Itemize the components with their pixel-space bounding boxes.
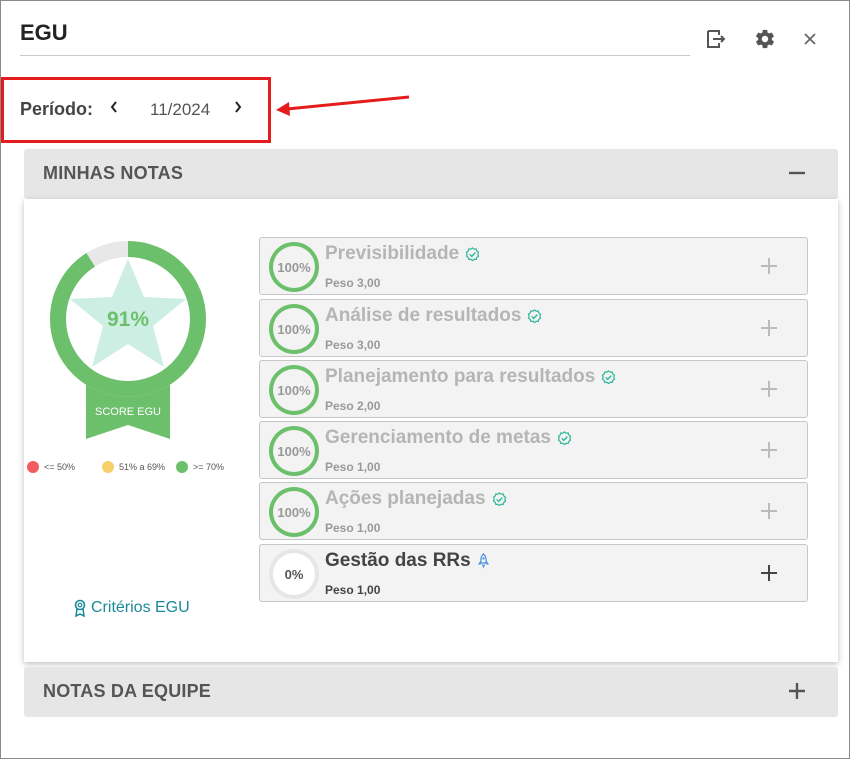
period-label: Período: (20, 99, 94, 119)
item-peso: Peso 2,00 (325, 399, 381, 413)
item-name-text: Ações planejadas (325, 488, 486, 509)
export-icon[interactable] (703, 27, 727, 51)
score-badge: 91% SCORE EGU (50, 241, 206, 439)
plus-icon[interactable] (786, 680, 808, 702)
item-percent: 100% (273, 246, 315, 288)
item-progress-ring: 100% (269, 242, 319, 292)
item-percent: 100% (273, 369, 315, 411)
item-peso: Peso 1,00 (325, 460, 381, 474)
dialog-window: EGU Período: 11/2024 MINHAS NOTAS 91% SC… (0, 0, 850, 759)
item-name-text: Gerenciamento de metas (325, 427, 551, 448)
check-badge-icon (527, 308, 542, 324)
minus-icon[interactable] (786, 162, 808, 184)
plus-icon[interactable] (759, 501, 779, 521)
legend-low-label: <= 50% (44, 462, 76, 472)
nota-item-previsibilidade[interactable]: 100% Previsibilidade Peso 3,00 (259, 237, 808, 295)
item-progress-ring: 0% (269, 549, 319, 599)
item-percent: 100% (273, 430, 315, 472)
nota-item-planejamento-resultados[interactable]: 100% Planejamento para resultados Peso 2… (259, 360, 808, 418)
nota-item-analise-resultados[interactable]: 100% Análise de resultados Peso 3,00 (259, 299, 808, 357)
criterios-egu-label: Critérios EGU (91, 599, 190, 616)
item-peso: Peso 3,00 (325, 338, 381, 352)
legend-dot-yellow (102, 461, 114, 473)
red-arrow-annotation (276, 95, 410, 116)
dialog-title: EGU (20, 20, 68, 45)
rocket-icon (477, 553, 490, 569)
item-progress-ring: 100% (269, 426, 319, 476)
score-value: 91% (107, 308, 149, 331)
legend-mid: 51% a 69% (102, 461, 165, 473)
nota-item-gerenciamento-metas[interactable]: 100% Gerenciamento de metas Peso 1,00 (259, 421, 808, 479)
plus-icon[interactable] (759, 379, 779, 399)
title-bar: EGU (20, 19, 690, 56)
minhas-notas-header[interactable]: MINHAS NOTAS (24, 149, 838, 199)
nota-item-acoes-planejadas[interactable]: 100% Ações planejadas Peso 1,00 (259, 482, 808, 540)
legend-dot-red (27, 461, 39, 473)
item-name: Planejamento para resultados (325, 366, 616, 388)
item-name: Previsibilidade (325, 243, 480, 265)
item-peso: Peso 3,00 (325, 276, 381, 290)
close-icon[interactable] (798, 27, 822, 51)
item-percent: 0% (273, 553, 315, 595)
plus-icon[interactable] (759, 563, 779, 583)
legend-mid-label: 51% a 69% (119, 462, 166, 472)
item-name: Ações planejadas (325, 488, 507, 510)
item-peso: Peso 1,00 (325, 521, 381, 535)
legend-low: <= 50% (27, 461, 75, 473)
item-peso: Peso 1,00 (325, 583, 381, 597)
next-period-button[interactable] (229, 97, 247, 117)
item-progress-ring: 100% (269, 304, 319, 354)
item-name: Análise de resultados (325, 305, 542, 327)
item-name-text: Planejamento para resultados (325, 366, 596, 387)
item-name-text: Gestão das RRs (325, 550, 471, 571)
minhas-notas-title: MINHAS NOTAS (43, 163, 184, 183)
notas-equipe-title: NOTAS DA EQUIPE (43, 681, 212, 701)
chevron-right-icon (235, 101, 242, 113)
chevron-left-icon (110, 101, 117, 113)
nota-item-gestao-rrs[interactable]: 0% Gestão das RRs Peso 1,00 (259, 544, 808, 602)
item-name: Gestão das RRs (325, 550, 490, 572)
award-icon (74, 599, 86, 617)
check-badge-icon (465, 246, 480, 262)
period-value: 11/2024 (150, 100, 211, 119)
prev-period-button[interactable] (105, 97, 123, 117)
legend-high-label: >= 70% (193, 462, 225, 472)
score-ribbon-label: SCORE EGU (95, 406, 161, 418)
plus-icon[interactable] (759, 440, 779, 460)
item-percent: 100% (273, 308, 315, 350)
item-progress-ring: 100% (269, 487, 319, 537)
check-badge-icon (492, 491, 507, 507)
item-name-text: Análise de resultados (325, 305, 522, 326)
criterios-egu-link[interactable]: Critérios EGU (73, 599, 190, 617)
check-badge-icon (557, 430, 572, 446)
gear-icon[interactable] (753, 27, 777, 51)
item-name: Gerenciamento de metas (325, 427, 572, 449)
plus-icon[interactable] (759, 318, 779, 338)
legend-dot-green (176, 461, 188, 473)
notas-equipe-header[interactable]: NOTAS DA EQUIPE (24, 667, 838, 717)
item-name-text: Previsibilidade (325, 243, 460, 264)
check-badge-icon (601, 369, 616, 385)
item-progress-ring: 100% (269, 365, 319, 415)
plus-icon[interactable] (759, 256, 779, 276)
legend-high: >= 70% (176, 461, 224, 473)
item-percent: 100% (273, 491, 315, 533)
